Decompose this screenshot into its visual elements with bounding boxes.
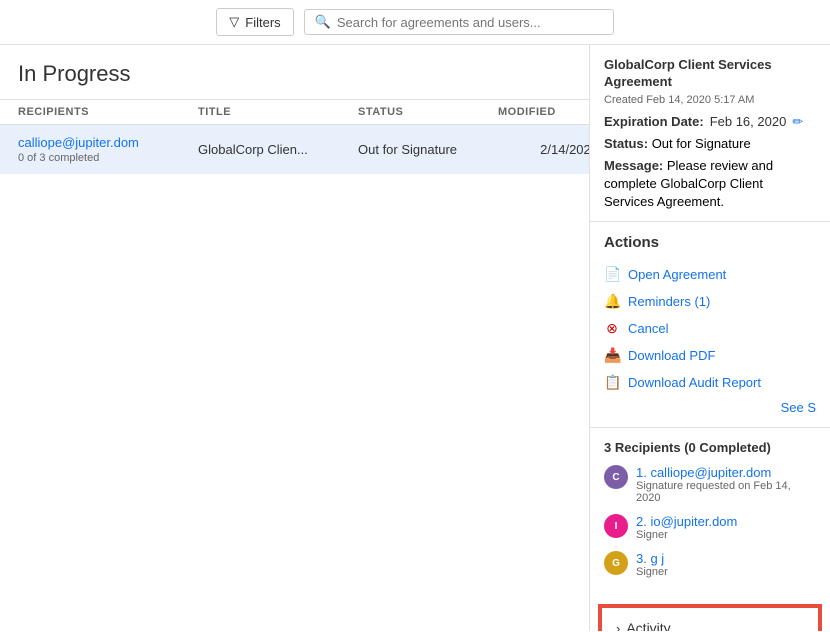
list-item: C 1. calliope@jupiter.dom Signature requ… (604, 465, 816, 504)
filter-button[interactable]: ▽ Filters (216, 8, 293, 36)
actions-title: Actions (604, 234, 816, 251)
recipient-2-role: Signer (636, 529, 737, 541)
open-agreement-label: Open Agreement (628, 267, 726, 282)
modified-cell: 2/14/2020 (498, 135, 590, 164)
recipient-2-info: 2. io@jupiter.dom Signer (636, 514, 737, 541)
download-audit-label: Download Audit Report (628, 375, 761, 390)
recipients-title: 3 Recipients (0 Completed) (604, 440, 816, 455)
row-status: Out for Signature (358, 142, 457, 157)
detail-header: GlobalCorp Client Services Agreement Cre… (590, 45, 830, 222)
avatar-3: G (604, 551, 628, 575)
recipient-email: calliope@jupiter.dom (18, 135, 198, 150)
recipient-3-name: 3. g j (636, 551, 668, 566)
title-cell: GlobalCorp Clien... (198, 135, 358, 164)
list-item: G 3. g j Signer (604, 551, 816, 578)
filter-label: Filters (245, 15, 280, 30)
table-header: RECIPIENTS TITLE STATUS MODIFIED (0, 99, 589, 125)
cancel-label: Cancel (628, 321, 668, 336)
toolbar: ▽ Filters 🔍 (0, 0, 830, 45)
filter-icon: ▽ (229, 14, 239, 30)
created-date: Created Feb 14, 2020 5:17 AM (604, 94, 816, 106)
action-cancel[interactable]: ⊗ Cancel (604, 315, 816, 342)
agreement-title: GlobalCorp Client Services Agreement (604, 57, 816, 91)
col-header-recipients: RECIPIENTS (18, 106, 198, 118)
left-panel: In Progress RECIPIENTS TITLE STATUS MODI… (0, 45, 590, 631)
recipient-3-info: 3. g j Signer (636, 551, 668, 578)
download-pdf-icon: 📥 (604, 347, 620, 364)
edit-expiry-icon[interactable]: ✏ (792, 114, 803, 130)
avatar-1: C (604, 465, 628, 489)
expiry-label: Expiration Date: (604, 114, 704, 129)
see-more-link[interactable]: See S (604, 396, 816, 415)
status-label: Status: (604, 136, 648, 151)
search-input[interactable] (337, 15, 603, 30)
col-header-status: STATUS (358, 106, 498, 118)
row-modified: 2/14/2020 (540, 142, 590, 157)
recipient-cell: calliope@jupiter.dom 0 of 3 completed (18, 135, 198, 164)
status-value: Out for Signature (652, 136, 751, 151)
col-header-title: TITLE (198, 106, 358, 118)
page-title: In Progress (0, 45, 589, 99)
action-download-pdf[interactable]: 📥 Download PDF (604, 342, 816, 369)
reminders-label: Reminders (1) (628, 294, 710, 309)
activity-label: Activity (626, 620, 670, 631)
activity-button[interactable]: › Activity (600, 606, 820, 631)
reminders-icon: 🔔 (604, 293, 620, 310)
row-title: GlobalCorp Clien... (198, 142, 308, 157)
action-download-audit[interactable]: 📋 Download Audit Report (604, 369, 816, 396)
recipient-1-name: 1. calliope@jupiter.dom (636, 465, 816, 480)
search-icon: 🔍 (315, 14, 331, 30)
action-reminders[interactable]: 🔔 Reminders (1) (604, 288, 816, 315)
main-layout: In Progress RECIPIENTS TITLE STATUS MODI… (0, 45, 830, 631)
activity-wrapper: › Activity (598, 604, 822, 631)
expiry-value: Feb 16, 2020 (710, 114, 787, 129)
expiry-row: Expiration Date: Feb 16, 2020 ✏ (604, 114, 816, 130)
recipient-3-role: Signer (636, 566, 668, 578)
open-agreement-icon: 📄 (604, 266, 620, 283)
recipient-2-name: 2. io@jupiter.dom (636, 514, 737, 529)
download-audit-icon: 📋 (604, 374, 620, 391)
status-cell: Out for Signature (358, 135, 498, 164)
avatar-2: I (604, 514, 628, 538)
message-label: Message: (604, 158, 663, 173)
cancel-icon: ⊗ (604, 320, 620, 337)
list-item: I 2. io@jupiter.dom Signer (604, 514, 816, 541)
chevron-right-icon: › (616, 621, 620, 631)
recipient-1-role: Signature requested on Feb 14, 2020 (636, 480, 816, 504)
table-row[interactable]: calliope@jupiter.dom 0 of 3 completed Gl… (0, 125, 589, 174)
action-open-agreement[interactable]: 📄 Open Agreement (604, 261, 816, 288)
right-panel: GlobalCorp Client Services Agreement Cre… (590, 45, 830, 631)
actions-section: Actions 📄 Open Agreement 🔔 Reminders (1)… (590, 222, 830, 428)
recipients-section: 3 Recipients (0 Completed) C 1. calliope… (590, 428, 830, 600)
status-row: Status: Out for Signature (604, 136, 816, 151)
recipient-sub: 0 of 3 completed (18, 152, 198, 164)
col-header-modified: MODIFIED (498, 106, 590, 118)
message-row: Message: Please review and complete Glob… (604, 157, 816, 212)
download-pdf-label: Download PDF (628, 348, 715, 363)
recipient-1-info: 1. calliope@jupiter.dom Signature reques… (636, 465, 816, 504)
search-box: 🔍 (304, 9, 614, 35)
